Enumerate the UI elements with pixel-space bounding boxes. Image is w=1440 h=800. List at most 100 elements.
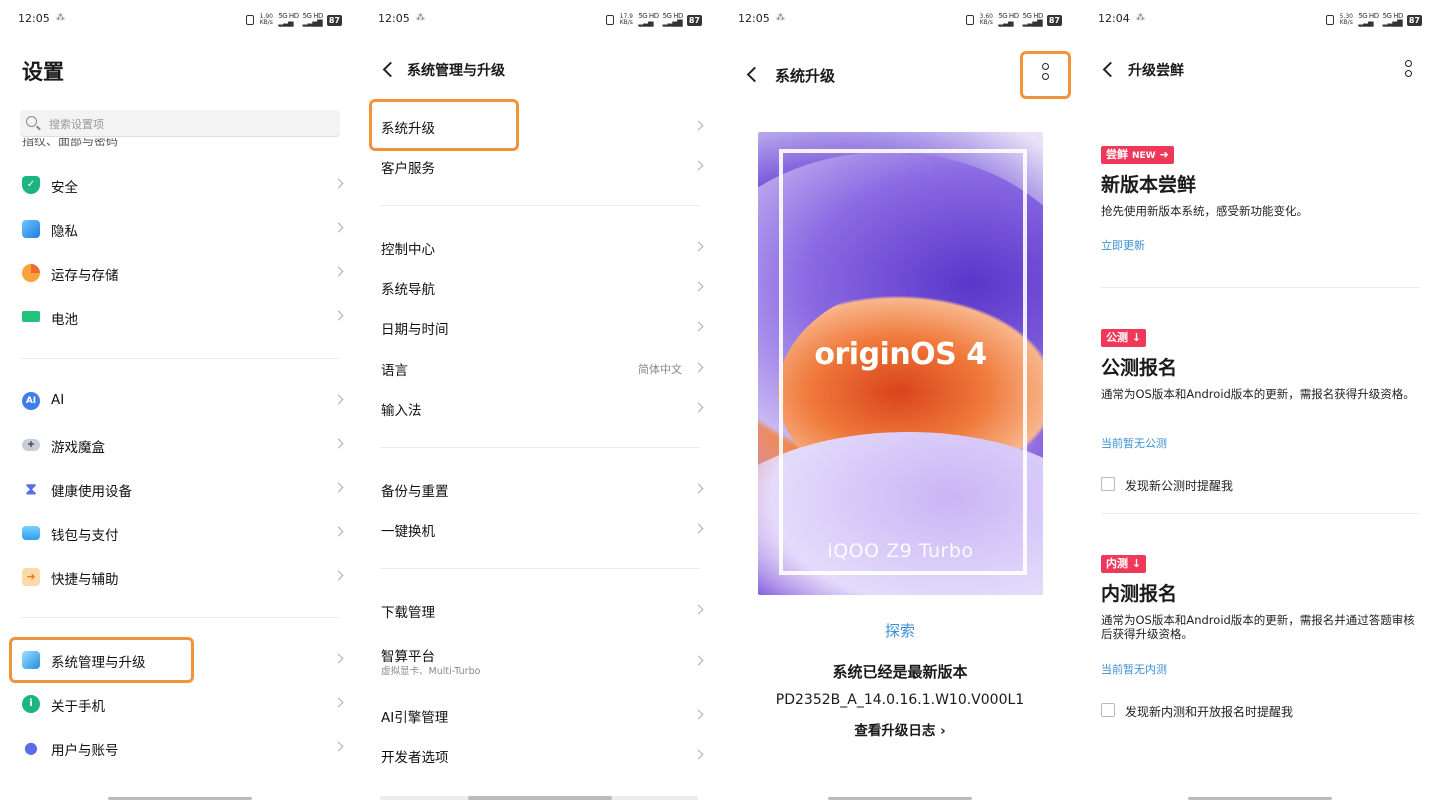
public-beta-status[interactable]: 当前暂无公测 [1101,435,1167,451]
highlight-box [369,99,519,151]
vibrate-icon [1326,15,1335,25]
item-label: 智算平台 [381,649,435,665]
ai-icon: AI [22,392,40,410]
back-icon[interactable] [1102,61,1119,78]
settings-item-health[interactable]: ⧗ 健康使用设备 [0,472,360,508]
hourglass-icon: ⧗ [25,479,37,498]
chevron-right-icon [693,749,704,760]
scrollbar[interactable] [380,796,698,800]
chevron-right-icon [333,697,344,708]
chevron-right-icon [693,483,704,494]
divider [380,205,700,206]
item-label: 语言 [381,363,408,379]
menu-item-download-manager[interactable]: 下载管理 [360,596,720,626]
pie-chart-icon [22,264,40,282]
vibrate-icon [246,15,255,25]
status-bar: 12:05 ⁂ 17.9 KB/s 5G HD ▂▃▅ 5G HD ▂▃▅▇ 87 [378,10,702,28]
checkbox-label: 发现新公测时提醒我 [1125,479,1234,493]
settings-item-privacy[interactable]: 隐私 [0,212,360,248]
page-title: 升级尝鲜 [1128,63,1184,79]
settings-item-ai[interactable]: AI AI [0,384,360,420]
back-icon[interactable] [382,61,399,78]
explore-link[interactable]: 探索 [720,620,1080,641]
settings-item-shortcut[interactable]: ➜ 快捷与辅助 [0,560,360,596]
search-input[interactable]: 搜索设置项 [20,110,340,137]
device-model: iQOO Z9 Turbo [827,540,974,562]
scrollbar-thumb[interactable] [468,796,612,800]
menu-item-compute-platform[interactable]: 智算平台 虚拟显卡、Multi-Turbo [360,640,720,680]
chevron-right-icon [333,741,344,752]
update-now-link[interactable]: 立即更新 [1101,237,1145,253]
menu-item-control-center[interactable]: 控制中心 [360,233,720,263]
internal-beta-tag: 内测 ↓ [1101,555,1147,573]
item-label: 安全 [51,180,78,196]
settings-panel: 12:05 ⁂ 1.90 KB/s 5G HD ▂▃▅ 5G HD ▂▃▅▇ 87 … [0,0,360,800]
arrow-down-icon: ↓ [1131,331,1142,344]
item-subtitle: 虚拟显卡、Multi-Turbo [381,666,481,677]
menu-item-navigation[interactable]: 系统导航 [360,273,720,303]
more-options-icon[interactable] [1404,60,1412,80]
menu-item-date-time[interactable]: 日期与时间 [360,313,720,343]
settings-item-about-phone[interactable]: i 关于手机 [0,687,360,723]
shield-icon: ✓ [22,176,40,194]
menu-item-ai-engine[interactable]: AI引擎管理 [360,701,720,731]
public-beta-remind-checkbox[interactable] [1101,477,1115,491]
item-label: 控制中心 [381,242,435,258]
new-badge: NEW [1132,151,1156,161]
early-access-tag: 尝鲜 NEW ➜ [1101,146,1174,164]
signal-icon-2: 5G HD ▂▃▅▇ [1382,12,1404,27]
battery-indicator: 87 [1046,14,1062,26]
section-title: 公测报名 [1101,357,1178,379]
wifi-call-icon: ⁂ [416,13,425,23]
chevron-right-icon [333,394,344,405]
wifi-call-icon: ⁂ [776,13,785,23]
wifi-call-icon: ⁂ [1136,13,1145,23]
chevron-right-icon [693,120,704,131]
system-upgrade-panel: 12:05 ⁂ 3.60 KB/s 5G HD ▂▃▅ 5G HD ▂▃▅▇ 87 … [720,0,1080,800]
menu-item-backup-reset[interactable]: 备份与重置 [360,475,720,505]
settings-item-user-account[interactable]: ● 用户与账号 [0,731,360,767]
settings-item-wallet[interactable]: 钱包与支付 [0,516,360,552]
clipped-label: 指纹、面部与密码 [22,138,119,148]
battery-icon [22,311,40,322]
signal-icon-2: 5G HD ▂▃▅▇ [302,12,324,27]
settings-item-game[interactable]: ✚ 游戏魔盒 [0,428,360,464]
settings-item-security[interactable]: ✓ 安全 [0,168,360,204]
back-icon[interactable] [746,66,763,83]
menu-item-customer-service[interactable]: 客户服务 [360,152,720,182]
net-speed: 3.60 KB/s [979,13,993,26]
item-label: 备份与重置 [381,484,449,500]
checkbox-label: 发现新内测和开放报名时提醒我 [1125,705,1294,719]
changelog-link[interactable]: 查看升级日志 › [720,719,1080,739]
battery-indicator: 87 [1406,14,1422,26]
item-label: AI [51,392,65,408]
internal-beta-status[interactable]: 当前暂无内测 [1101,661,1167,677]
menu-item-input-method[interactable]: 输入法 [360,394,720,424]
chevron-right-icon [333,482,344,493]
item-label: 客户服务 [381,161,435,177]
net-speed: 1.90 KB/s [259,13,273,26]
status-bar: 12:05 ⁂ 1.90 KB/s 5G HD ▂▃▅ 5G HD ▂▃▅▇ 87 [18,10,342,28]
item-label: 下载管理 [381,605,435,621]
menu-item-phone-clone[interactable]: 一键换机 [360,515,720,545]
tag-label: 公测 [1106,331,1128,344]
divider [380,568,700,569]
settings-item-battery[interactable]: 电池 [0,300,360,336]
chevron-right-icon [693,402,704,413]
chevron-right-icon [693,281,704,292]
status-time: 12:05 [378,12,410,25]
os-logo: originOS 4 [814,337,987,372]
item-label: 运存与存储 [51,268,119,284]
signal-icon: 5G HD ▂▃▅ [638,12,659,27]
chevron-right-icon [333,222,344,233]
clipped-list-item: 指纹、面部与密码 [22,138,222,148]
menu-item-language[interactable]: 语言 简体中文 [360,354,720,384]
settings-item-storage[interactable]: 运存与存储 [0,256,360,292]
chevron-right-icon [693,321,704,332]
menu-item-developer-options[interactable]: 开发者选项 [360,741,720,771]
section-description: 通常为OS版本和Android版本的更新，需报名并通过答题审核后获得升级资格。 [1101,613,1415,641]
internal-beta-remind-checkbox[interactable] [1101,703,1115,717]
item-label: 关于手机 [51,699,105,715]
early-access-panel: 12:04 ⁂ 5.30 KB/s 5G HD ▂▃▅ 5G HD ▂▃▅▇ 87 … [1080,0,1440,800]
item-label: AI引擎管理 [381,710,449,726]
